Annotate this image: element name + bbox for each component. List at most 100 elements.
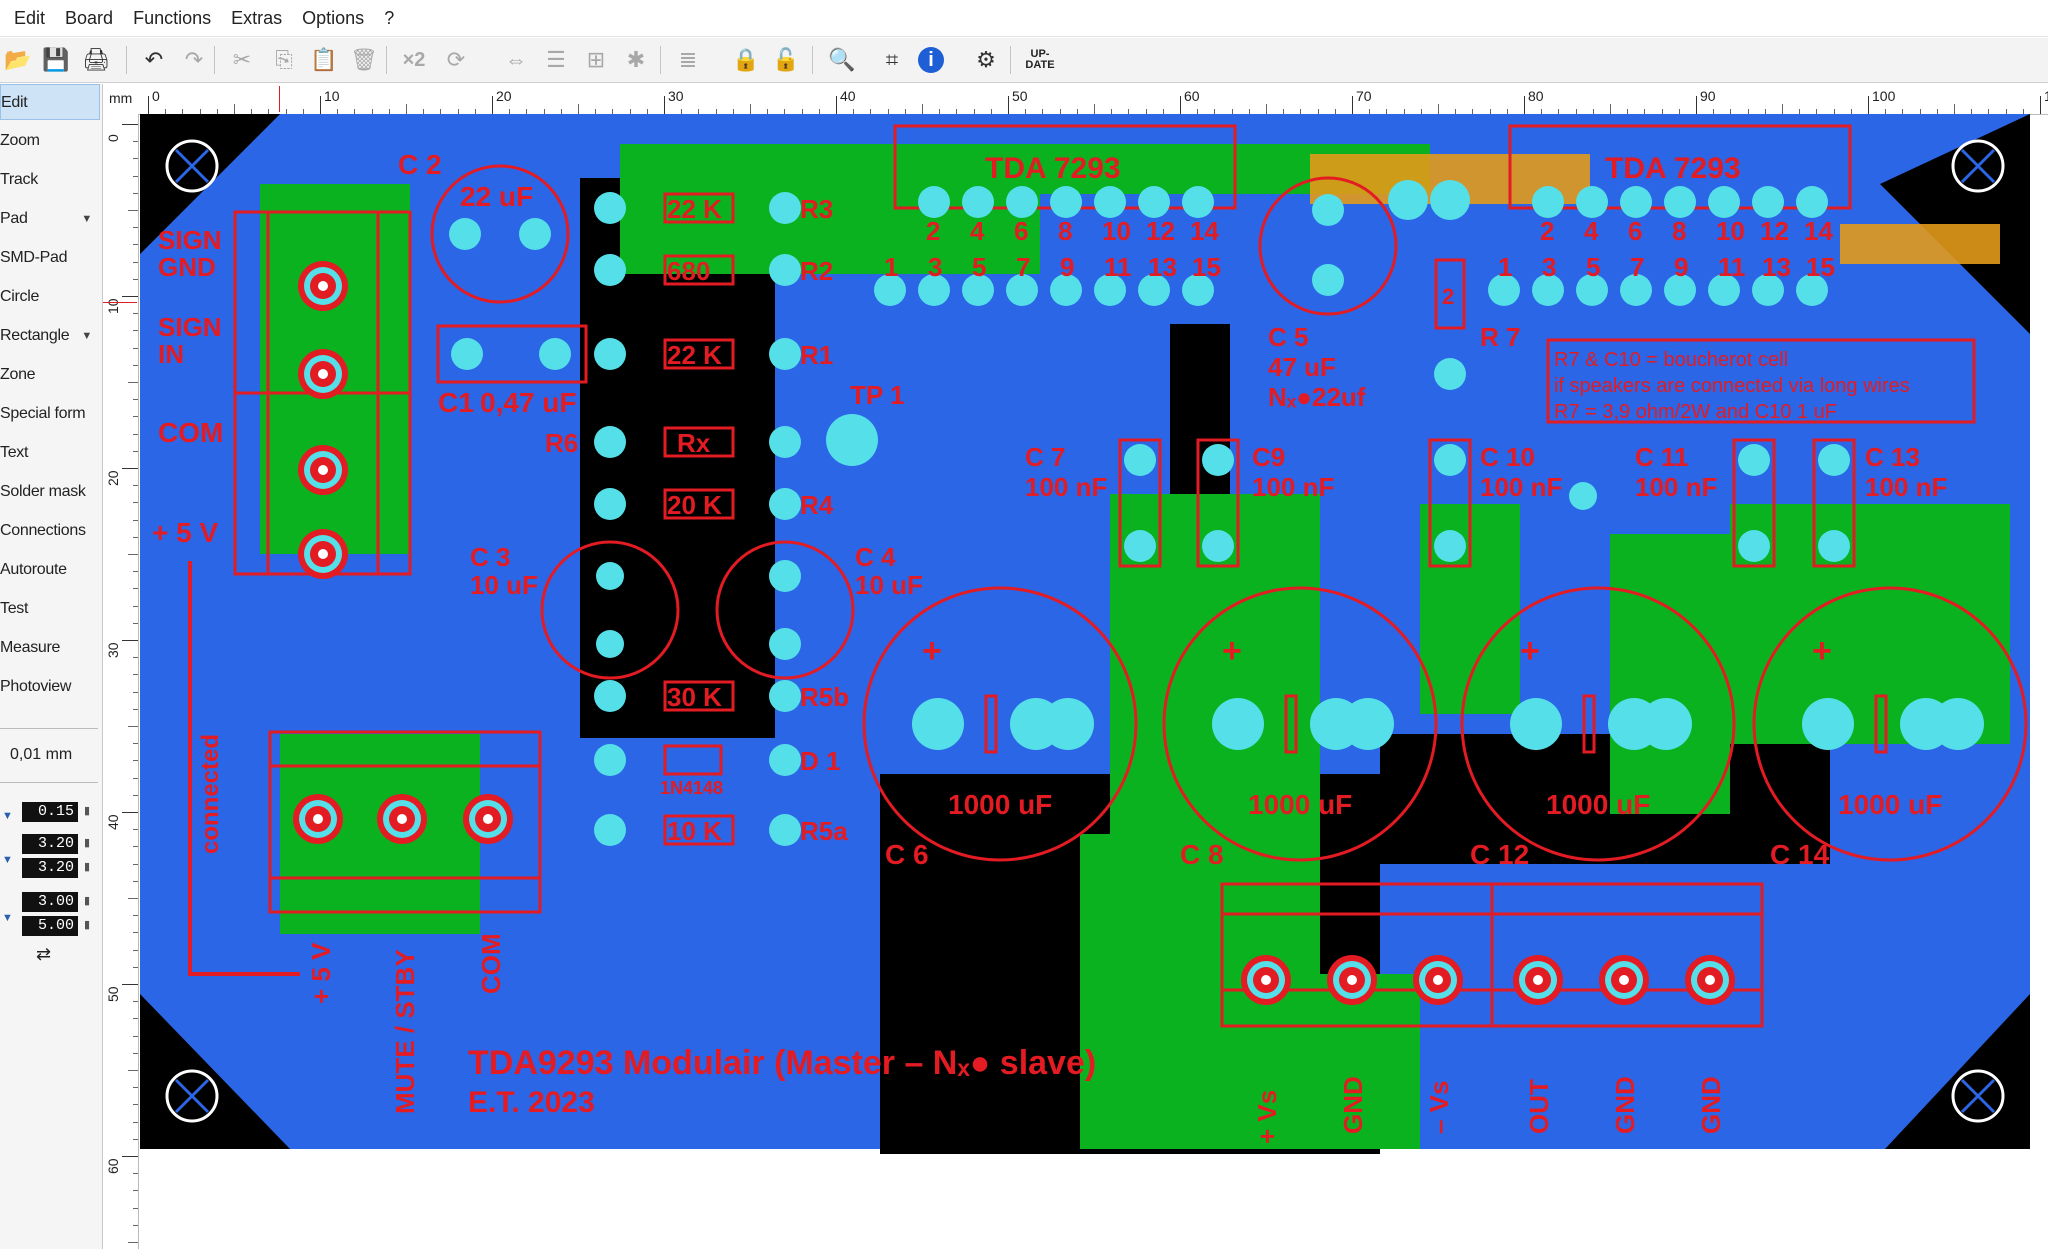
ic-pin[interactable] <box>1752 186 1784 218</box>
paste-icon[interactable]: 📋 <box>308 44 340 76</box>
chevron-down-icon[interactable]: ▼ <box>2 854 13 866</box>
ic-pin[interactable] <box>1620 186 1652 218</box>
ic-pin[interactable] <box>1708 186 1740 218</box>
menu-board[interactable]: Board <box>55 0 123 36</box>
pad-gnd-1[interactable] <box>1327 955 1377 1005</box>
value-spinner-icon[interactable]: ▮ <box>84 836 90 849</box>
value-spinner-icon[interactable]: ▮ <box>84 860 90 873</box>
menu-help[interactable]: ? <box>374 0 404 36</box>
tool-zoom[interactable]: Zoom <box>0 123 100 159</box>
lock-icon[interactable]: 🔒 <box>730 44 762 76</box>
ic-pin[interactable] <box>1138 186 1170 218</box>
ic-pin[interactable] <box>1006 186 1038 218</box>
dimension-value[interactable]: 3.20 <box>22 834 78 854</box>
tool-test[interactable]: Test <box>0 591 100 627</box>
ic-pin[interactable] <box>918 186 950 218</box>
ic-pin[interactable] <box>962 186 994 218</box>
ic-pin[interactable] <box>1664 186 1696 218</box>
value-spinner-icon[interactable]: ▮ <box>84 804 90 817</box>
ic-pin[interactable] <box>1576 186 1608 218</box>
grid-size[interactable]: 0,01 mm <box>10 746 72 764</box>
undo-icon[interactable]: ↶ <box>138 44 170 76</box>
cut-icon[interactable]: ✂ <box>226 44 258 76</box>
chevron-down-icon[interactable]: ▼ <box>2 912 13 924</box>
print-icon[interactable]: 🖨 <box>80 44 112 76</box>
dimension-value[interactable]: 3.00 <box>22 892 78 912</box>
capacitor-pad[interactable] <box>1212 698 1264 750</box>
delete-icon[interactable]: 🗑 <box>348 44 380 76</box>
capacitor-pad[interactable] <box>912 698 964 750</box>
open-folder-icon[interactable]: 📂 <box>2 44 34 76</box>
pad-out[interactable] <box>1513 955 1563 1005</box>
group-icon[interactable]: ⊞ <box>580 44 612 76</box>
tool-rectangle[interactable]: Rectangle ▼ <box>0 318 100 354</box>
capacitor-pad[interactable] <box>1342 698 1394 750</box>
tool-smd-pad[interactable]: SMD-Pad <box>0 240 100 276</box>
ic-pin[interactable] <box>1532 186 1564 218</box>
snap-icon[interactable]: ✱ <box>620 44 652 76</box>
swap-icon[interactable]: ⇄ <box>36 944 51 965</box>
unlock-icon[interactable]: 🔓 <box>770 44 802 76</box>
c2-pad-1[interactable] <box>449 218 481 250</box>
tool-solder-mask[interactable]: Solder mask <box>0 474 100 510</box>
align-icon[interactable]: ☰ <box>540 44 572 76</box>
gear-icon[interactable]: ⚙ <box>970 44 1002 76</box>
menu-options[interactable]: Options <box>292 0 374 36</box>
pad-plus-vs[interactable] <box>1241 955 1291 1005</box>
x2-icon[interactable]: ×2 <box>398 44 430 76</box>
ic-pin[interactable] <box>1050 186 1082 218</box>
capacitor-pad[interactable] <box>1802 698 1854 750</box>
pad-sign-in[interactable] <box>298 349 348 399</box>
pad-gnd-2[interactable] <box>1599 955 1649 1005</box>
pad-sign-gnd[interactable] <box>298 261 348 311</box>
mirror-icon[interactable]: ⇔ <box>500 44 532 76</box>
capacitor-pad[interactable] <box>1042 698 1094 750</box>
update-icon[interactable]: UP- DATE <box>1024 44 1056 76</box>
chevron-down-icon[interactable]: ▼ <box>2 810 13 822</box>
pad-com-bottom[interactable] <box>463 794 513 844</box>
chevron-down-icon[interactable]: ▼ <box>81 201 92 237</box>
pad-mute[interactable] <box>377 794 427 844</box>
ic-pin[interactable] <box>1796 186 1828 218</box>
tool-edit[interactable]: Edit <box>0 84 100 120</box>
tool-track[interactable]: Track <box>0 162 100 198</box>
tool-photoview[interactable]: Photoview <box>0 669 100 705</box>
layers-icon[interactable]: ≣ <box>672 44 704 76</box>
copy-icon[interactable]: ⎘ <box>268 44 300 76</box>
zoom-search-icon[interactable]: 🔍 <box>826 44 858 76</box>
menu-extras[interactable]: Extras <box>221 0 292 36</box>
pad-com[interactable] <box>298 445 348 495</box>
capacitor-pad[interactable] <box>1510 698 1562 750</box>
dimension-value[interactable]: 0.15 <box>22 802 78 822</box>
save-icon[interactable]: 💾 <box>40 44 72 76</box>
pcb-canvas[interactable]: SIGN GND SIGN IN COM + 5 V connected + 5… <box>140 114 2035 1154</box>
menu-functions[interactable]: Functions <box>123 0 221 36</box>
c2-pad-2[interactable] <box>519 218 551 250</box>
capacitor-pad[interactable] <box>1640 698 1692 750</box>
tool-circle[interactable]: Circle <box>0 279 100 315</box>
tool-connections[interactable]: Connections <box>0 513 100 549</box>
value-spinner-icon[interactable]: ▮ <box>84 894 90 907</box>
ic-pin[interactable] <box>1094 186 1126 218</box>
menu-edit[interactable]: Edit <box>0 0 55 36</box>
crop-icon[interactable]: ⌗ <box>876 44 908 76</box>
tool-autoroute[interactable]: Autoroute <box>0 552 100 588</box>
pad-plus5v[interactable] <box>298 529 348 579</box>
c5-pad-2[interactable] <box>1312 264 1344 296</box>
tool-special-form[interactable]: Special form <box>0 396 100 432</box>
value-spinner-icon[interactable]: ▮ <box>84 918 90 931</box>
c5-pad-1[interactable] <box>1312 194 1344 226</box>
tool-pad[interactable]: Pad ▼ <box>0 201 100 237</box>
tool-zone[interactable]: Zone <box>0 357 100 393</box>
dimension-value[interactable]: 5.00 <box>22 916 78 936</box>
dimension-value[interactable]: 3.20 <box>22 858 78 878</box>
tool-measure[interactable]: Measure <box>0 630 100 666</box>
info-icon[interactable]: i <box>918 47 944 73</box>
pad-5v[interactable] <box>293 794 343 844</box>
redo-icon[interactable]: ↷ <box>178 44 210 76</box>
ic-pin[interactable] <box>1182 186 1214 218</box>
rotate-icon[interactable]: ⟳ <box>440 44 472 76</box>
pad-gnd-3[interactable] <box>1685 955 1735 1005</box>
pad-minus-vs[interactable] <box>1413 955 1463 1005</box>
chevron-down-icon[interactable]: ▼ <box>81 318 92 354</box>
